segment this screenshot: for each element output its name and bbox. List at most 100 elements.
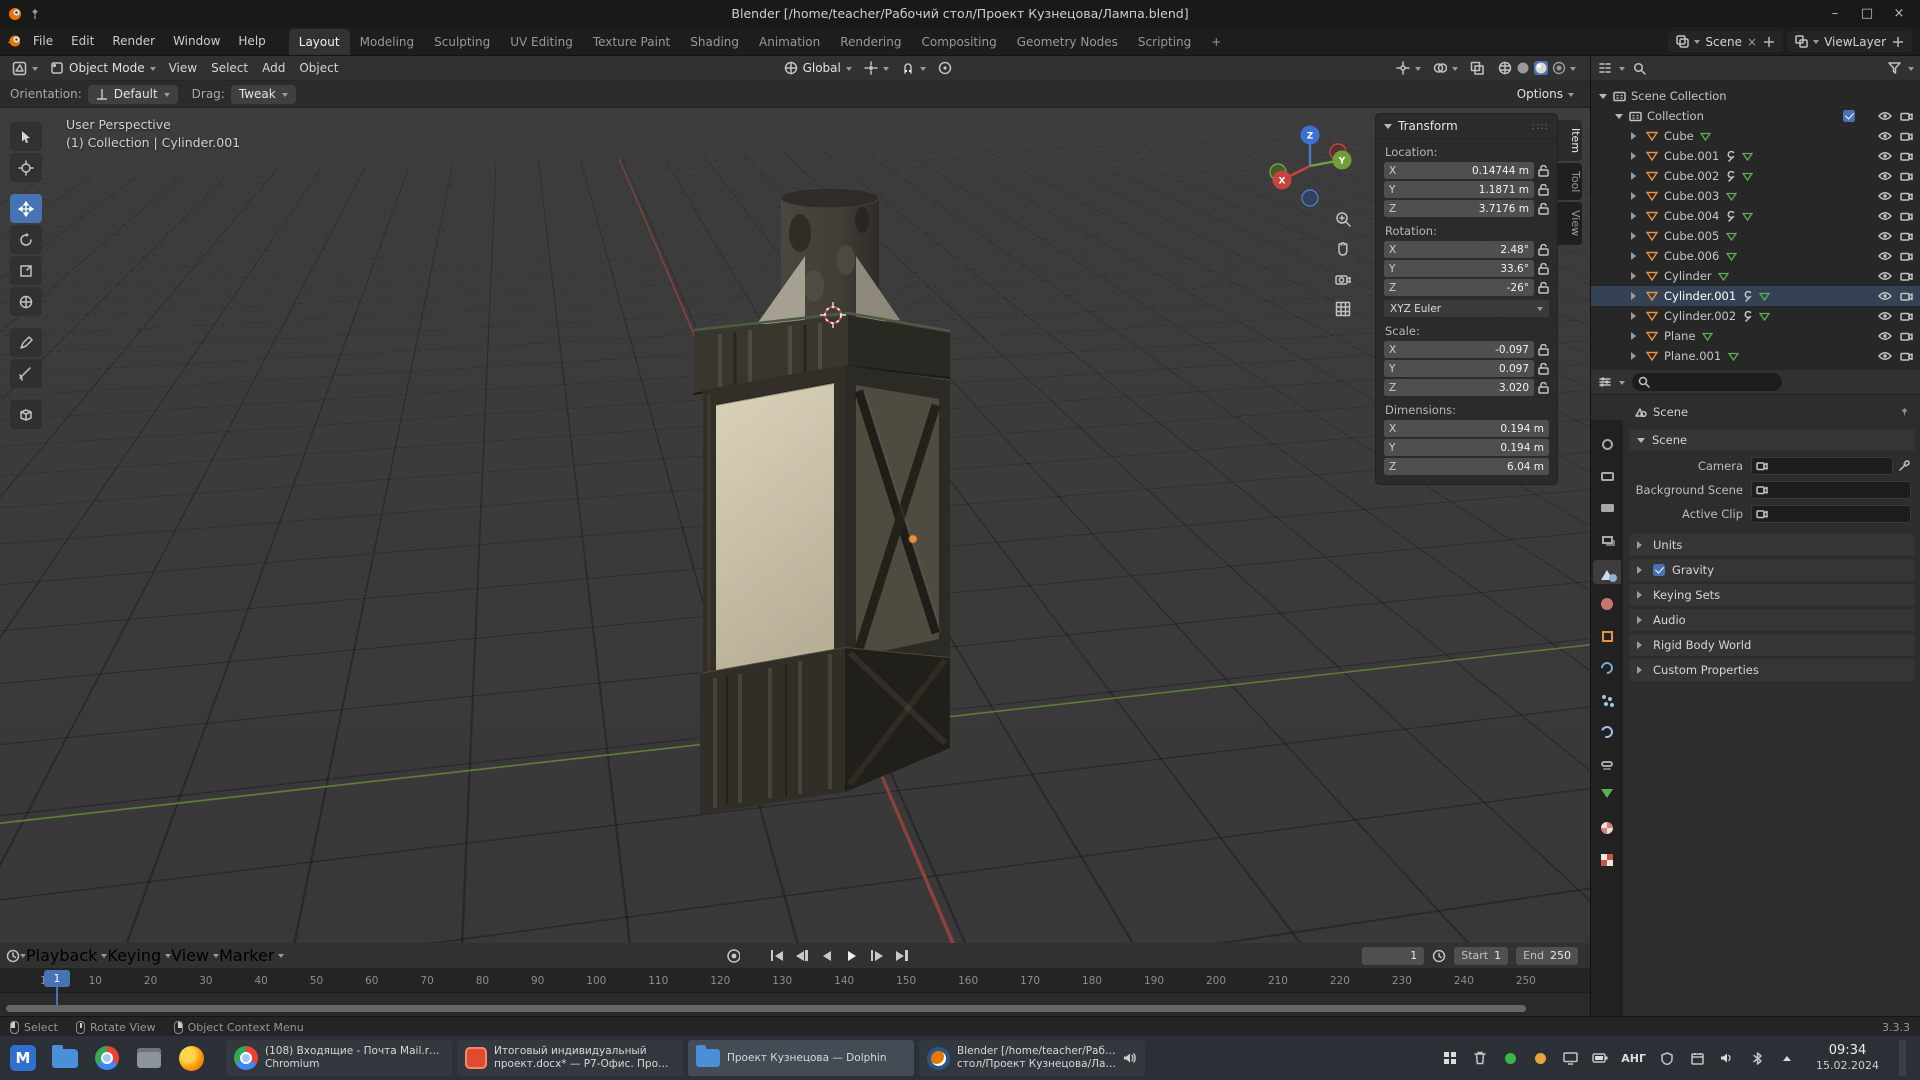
properties-tab-icon[interactable] <box>1593 720 1621 744</box>
taskbar-window-button[interactable]: Итоговый индивидуальный проект.docx* — Р… <box>457 1040 683 1076</box>
playhead[interactable]: 1 <box>44 970 70 987</box>
collapsed-panel-header[interactable]: Gravity <box>1629 559 1915 581</box>
menu-item[interactable]: File <box>24 27 62 55</box>
properties-editor-icon[interactable] <box>1598 375 1612 389</box>
workspace-tab[interactable]: Layout <box>289 29 350 55</box>
object-origin-dot[interactable] <box>909 535 917 543</box>
outliner-row-collection[interactable]: Collection <box>1591 106 1920 126</box>
maximize-button[interactable]: □ <box>1854 4 1880 24</box>
volume-icon[interactable] <box>1718 1049 1736 1067</box>
camera-visibility-icon[interactable] <box>1900 131 1913 141</box>
outliner-object-row[interactable]: Cube.004 <box>1591 206 1920 226</box>
number-field[interactable]: Y1.1871 m <box>1384 181 1534 198</box>
shield-icon[interactable] <box>1658 1049 1676 1067</box>
camera-visibility-icon[interactable] <box>1900 251 1913 261</box>
workspace-tab[interactable]: Texture Paint <box>583 29 680 55</box>
frame-start-field[interactable]: Start1 <box>1454 947 1508 965</box>
rotate-tool[interactable] <box>10 225 42 254</box>
timeline-editor-icon[interactable] <box>6 949 20 963</box>
outliner-object-row[interactable]: Cylinder <box>1591 266 1920 286</box>
expand-arrow-icon[interactable] <box>1631 132 1640 140</box>
audio-indicator-icon[interactable] <box>1123 1052 1137 1064</box>
jump-to-end-button[interactable] <box>891 946 913 966</box>
number-field[interactable]: Y0.097 <box>1384 360 1534 377</box>
snap-target-icon[interactable] <box>858 58 895 79</box>
timeline-menu-item[interactable]: Keying <box>107 946 171 965</box>
drag-dropdown[interactable]: Tweak <box>231 85 296 104</box>
outliner-object-row[interactable]: Cube.001 <box>1591 146 1920 166</box>
sidebar-tab[interactable]: Item <box>1558 120 1582 161</box>
outliner-object-row[interactable]: Plane <box>1591 326 1920 346</box>
menu-item[interactable]: Edit <box>62 27 103 55</box>
scene-section-header[interactable]: Scene <box>1629 429 1915 451</box>
outliner-object-row[interactable]: Plane.001 <box>1591 346 1920 366</box>
collapsed-panel-header[interactable]: Audio <box>1629 609 1915 631</box>
collection-checkbox[interactable] <box>1843 110 1855 122</box>
options-dropdown[interactable]: Options <box>1511 84 1580 105</box>
properties-tab-icon[interactable] <box>1593 656 1621 680</box>
transform-orientation-dropdown[interactable]: Global <box>778 58 858 79</box>
camera-visibility-icon[interactable] <box>1900 351 1913 361</box>
chevron-down-icon[interactable] <box>1570 67 1576 74</box>
battery-icon[interactable] <box>1591 1049 1609 1067</box>
camera-visibility-icon[interactable] <box>1900 311 1913 321</box>
scene-new-icon[interactable] <box>1762 35 1776 49</box>
outliner-object-row[interactable]: Cube <box>1591 126 1920 146</box>
lock-icon[interactable] <box>1538 344 1549 356</box>
properties-tab-icon[interactable] <box>1593 592 1621 616</box>
properties-tab-icon[interactable] <box>1593 528 1621 552</box>
properties-tab-icon[interactable] <box>1593 816 1621 840</box>
number-field[interactable]: X-0.097 <box>1384 341 1534 358</box>
object-name[interactable]: Cube.004 <box>1664 209 1719 223</box>
number-field[interactable]: X0.194 m <box>1384 420 1549 437</box>
mode-dropdown[interactable]: Object Mode <box>44 58 162 79</box>
number-field[interactable]: Y0.194 m <box>1384 439 1549 456</box>
scene-browse-icon[interactable] <box>1675 35 1689 49</box>
scene-collection-label[interactable]: Scene Collection <box>1631 89 1727 103</box>
timeline-menu-item[interactable]: Marker <box>219 946 284 965</box>
blender-logo-icon[interactable] <box>6 34 20 48</box>
app-launcher-icon[interactable] <box>174 1041 208 1075</box>
shading-wireframe-icon[interactable] <box>1498 61 1512 75</box>
eye-icon[interactable] <box>1878 231 1892 241</box>
orientation-dropdown[interactable]: Default <box>88 85 178 104</box>
camera-visibility-icon[interactable] <box>1900 271 1913 281</box>
eye-icon[interactable] <box>1878 271 1892 281</box>
collapsed-panel-header[interactable]: Units <box>1629 534 1915 556</box>
auto-keying-toggle[interactable] <box>726 949 740 963</box>
trash-icon[interactable] <box>1471 1049 1489 1067</box>
camera-visibility-icon[interactable] <box>1900 291 1913 301</box>
editor-type-button[interactable] <box>6 58 44 79</box>
play-button[interactable] <box>841 946 863 966</box>
notifications-status-icon[interactable] <box>1531 1049 1549 1067</box>
add-workspace-button[interactable]: + <box>1201 29 1231 55</box>
viewlayer-new-icon[interactable] <box>1891 35 1905 49</box>
play-reverse-button[interactable] <box>816 946 838 966</box>
proportional-edit-toggle[interactable] <box>932 58 958 79</box>
peek-desktop-button[interactable] <box>1899 1040 1906 1076</box>
eye-icon[interactable] <box>1878 291 1892 301</box>
jump-to-start-button[interactable] <box>766 946 788 966</box>
outliner-object-row[interactable]: Cube.006 <box>1591 246 1920 266</box>
navigation-gizmo[interactable]: Z Y X <box>1262 118 1358 214</box>
tray-expander-icon[interactable] <box>1778 1049 1796 1067</box>
number-field[interactable]: X0.14744 m <box>1384 162 1534 179</box>
viewlayer-name[interactable]: ViewLayer <box>1824 35 1886 49</box>
number-field[interactable]: Z3.7176 m <box>1384 200 1534 217</box>
close-button[interactable]: × <box>1886 4 1912 24</box>
number-field[interactable]: Z3.020 <box>1384 379 1534 396</box>
outliner-object-row[interactable]: Cube.002 <box>1591 166 1920 186</box>
current-frame-field[interactable]: 1 <box>1362 947 1424 965</box>
object-name[interactable]: Cube.003 <box>1664 189 1719 203</box>
collapsed-panel-header[interactable]: Keying Sets <box>1629 584 1915 606</box>
use-preview-range-icon[interactable] <box>1432 949 1446 963</box>
camera-visibility-icon[interactable] <box>1900 111 1913 121</box>
keyboard-layout-indicator[interactable]: АНГ <box>1621 1049 1646 1067</box>
expand-arrow-icon[interactable] <box>1631 252 1640 260</box>
search-icon[interactable] <box>1632 61 1646 75</box>
3d-viewport[interactable]: User Perspective (1) Collection | Cylind… <box>0 108 1590 943</box>
camera-visibility-icon[interactable] <box>1900 231 1913 241</box>
outliner-object-row[interactable]: Cube.005 <box>1591 226 1920 246</box>
select-box-tool[interactable] <box>10 122 42 151</box>
transform-tool[interactable] <box>10 287 42 316</box>
